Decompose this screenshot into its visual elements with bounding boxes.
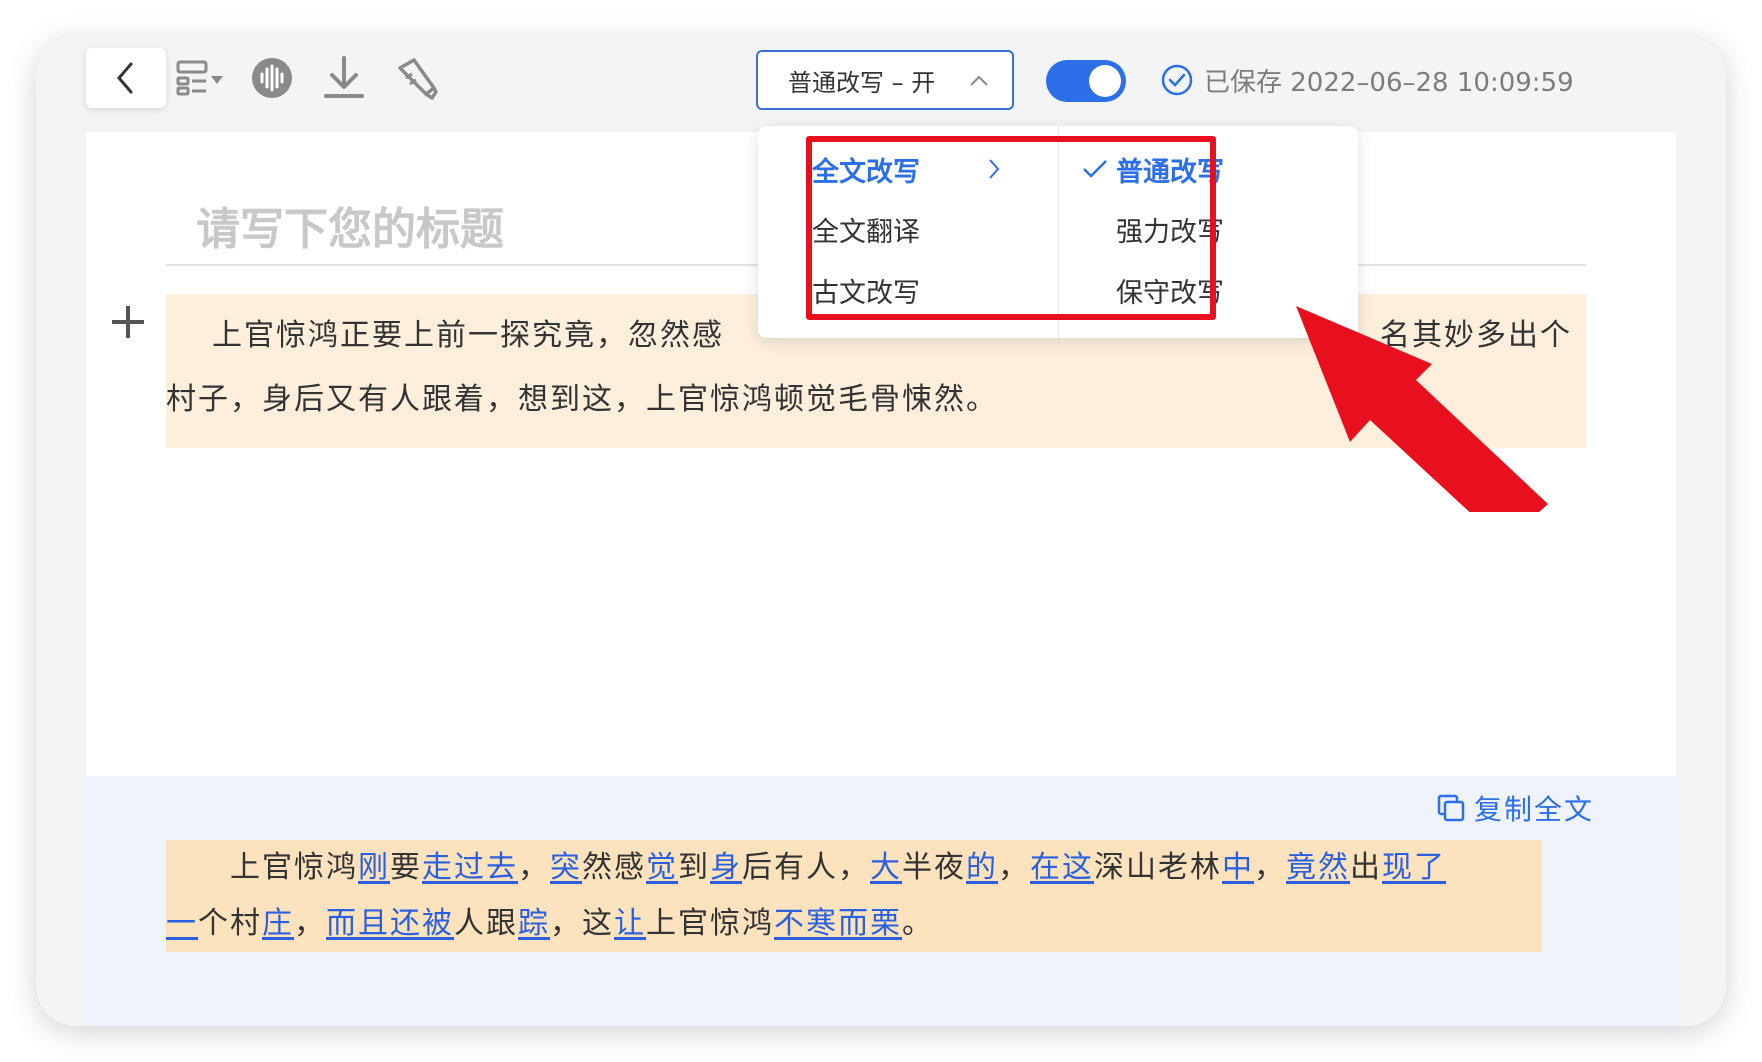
save-status-text: 已保存 2022–06–28 10:09:59: [1204, 67, 1574, 98]
changed-text-segment: 在这: [1030, 850, 1094, 885]
text-segment: 要: [390, 850, 422, 885]
changed-text-segment: 一: [166, 906, 198, 941]
text-segment: ，这: [550, 906, 614, 941]
rewrite-toggle[interactable]: [1046, 60, 1126, 102]
text-segment: 半夜: [902, 850, 966, 885]
text-segment: 然感: [582, 850, 646, 885]
layout-dropdown-icon[interactable]: [176, 54, 224, 102]
chevron-up-icon: [970, 75, 988, 86]
text-segment: ，: [518, 850, 550, 885]
text-segment: 深山老林: [1094, 850, 1222, 885]
app-window: 普通改写 – 开 已保存 2022–06–28 10:09:59 请写下您的标题…: [36, 36, 1726, 1026]
changed-text-segment: 踪: [518, 906, 550, 941]
text-segment: 后有人，: [742, 850, 870, 885]
rewrite-result-panel: 复制全文 上官惊鸿刚要走过去，突然感觉到身后有人，大半夜的，在这深山老林中，竟然…: [86, 776, 1676, 1026]
copy-all-button[interactable]: 复制全文: [1436, 788, 1594, 828]
copy-icon: [1437, 794, 1465, 822]
changed-text-segment: 不寒而栗: [774, 906, 902, 941]
annotation-arrow-icon: [1296, 306, 1548, 512]
changed-text-segment: 大: [870, 850, 902, 885]
rewrite-mode-select[interactable]: 普通改写 – 开: [756, 50, 1014, 110]
copy-all-label: 复制全文: [1473, 793, 1594, 826]
brush-icon[interactable]: [392, 54, 440, 102]
changed-text-segment: 竟然: [1286, 850, 1350, 885]
changed-text-segment: 的: [966, 850, 998, 885]
changed-text-segment: 身: [710, 850, 742, 885]
changed-text-segment: 突: [550, 850, 582, 885]
audio-wave-icon[interactable]: [248, 54, 296, 102]
result-paragraph[interactable]: 上官惊鸿刚要走过去，突然感觉到身后有人，大半夜的，在这深山老林中，竟然出现了 一…: [166, 840, 1542, 952]
text-segment: ，: [294, 906, 326, 941]
text-segment: 到: [678, 850, 710, 885]
save-status: 已保存 2022–06–28 10:09:59: [1160, 58, 1574, 102]
changed-text-segment: 庄: [262, 906, 294, 941]
text-segment: 上官惊鸿: [646, 906, 774, 941]
text-segment: ，: [998, 850, 1030, 885]
changed-text-segment: 走过去: [422, 850, 518, 885]
text-segment: 。: [902, 906, 934, 941]
text-segment: 上官惊鸿: [230, 850, 358, 885]
result-line-2: 一个村庄，而且还被人跟踪，这让上官惊鸿不寒而栗。: [166, 896, 1542, 952]
result-line-1: 上官惊鸿刚要走过去，突然感觉到身后有人，大半夜的，在这深山老林中，竟然出现了: [166, 840, 1542, 896]
rewrite-mode-value: 普通改写 – 开: [788, 68, 936, 97]
text-segment: ，: [1254, 850, 1286, 885]
text-segment: 人跟: [454, 906, 518, 941]
back-button[interactable]: [86, 48, 166, 108]
check-circle-icon: [1161, 64, 1193, 96]
text-segment: 出: [1350, 850, 1382, 885]
changed-text-segment: 现了: [1382, 850, 1446, 885]
text-segment: 个村: [198, 906, 262, 941]
annotation-highlight-box: [806, 136, 1216, 320]
chevron-left-icon: [117, 62, 133, 94]
download-icon[interactable]: [320, 54, 368, 102]
add-block-icon[interactable]: [108, 302, 148, 342]
changed-text-segment: 让: [614, 906, 646, 941]
changed-text-segment: 刚: [358, 850, 390, 885]
changed-text-segment: 觉: [646, 850, 678, 885]
toggle-knob: [1089, 65, 1121, 97]
changed-text-segment: 中: [1222, 850, 1254, 885]
changed-text-segment: 而且还被: [326, 906, 454, 941]
